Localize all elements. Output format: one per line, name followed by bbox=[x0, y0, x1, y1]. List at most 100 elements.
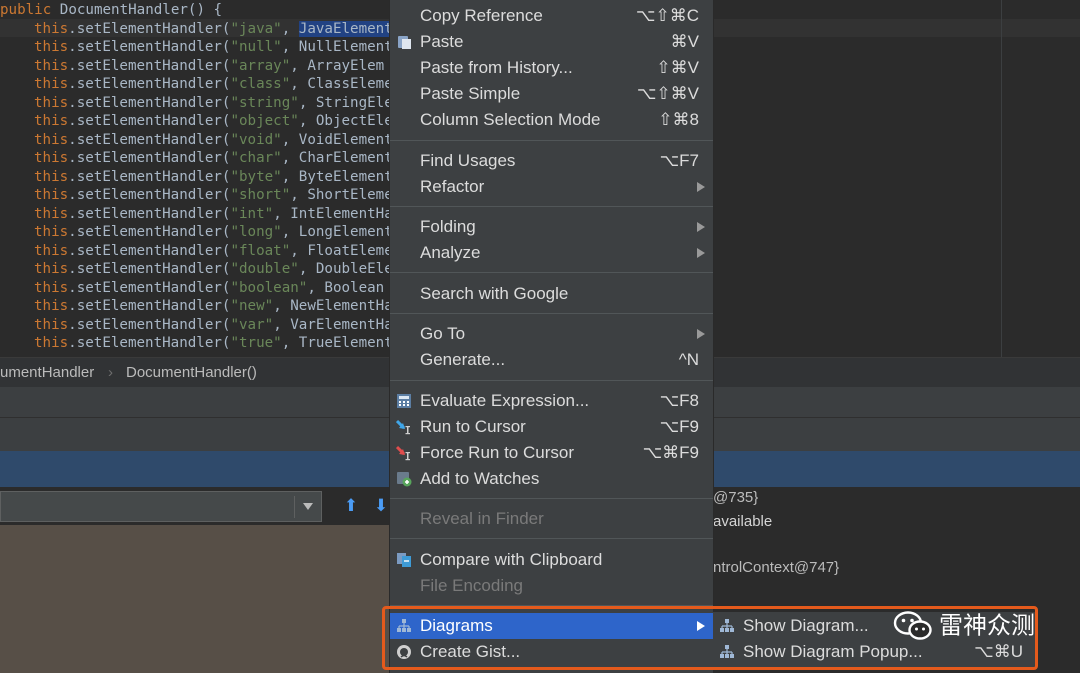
menu-item-paste-simple[interactable]: Paste Simple ⌥⇧⌘V bbox=[390, 81, 713, 107]
menu-item-find-usages[interactable]: Find Usages ⌥F7 bbox=[390, 148, 713, 174]
menu-item-label: Force Run to Cursor bbox=[420, 443, 574, 462]
menu-item-compare-with-clipboard[interactable]: Compare with Clipboard bbox=[390, 547, 713, 573]
menu-item-create-gist[interactable]: Create Gist... bbox=[390, 639, 713, 665]
code-method: .setElementHandler( bbox=[68, 242, 231, 259]
breadcrumb-method[interactable]: DocumentHandler() bbox=[126, 358, 257, 388]
code-line: public DocumentHandler() { bbox=[0, 1, 222, 19]
code-method: .setElementHandler( bbox=[68, 131, 231, 148]
menu-item-search-with-google[interactable]: Search with Google bbox=[390, 281, 713, 307]
code-line: this.setElementHandler("short", ShortEle… bbox=[34, 186, 393, 204]
code-keyword: this bbox=[34, 94, 69, 111]
code-method: .setElementHandler( bbox=[68, 20, 231, 37]
code-text: , FloatEleme bbox=[290, 242, 393, 259]
code-string: "boolean" bbox=[230, 279, 308, 296]
menu-separator bbox=[390, 313, 713, 314]
code-text: DocumentHandler() { bbox=[51, 2, 223, 18]
menu-item-force-run-to-cursor[interactable]: Force Run to Cursor ⌥⌘F9 bbox=[390, 440, 713, 466]
code-line: this.setElementHandler("void", VoidEleme… bbox=[34, 131, 393, 149]
right-margin-guide bbox=[1001, 0, 1002, 357]
menu-separator bbox=[390, 272, 713, 273]
chevron-down-icon bbox=[303, 503, 313, 510]
code-keyword: this bbox=[34, 168, 69, 185]
compare-icon bbox=[397, 553, 411, 567]
code-keyword: this bbox=[34, 113, 69, 129]
menu-separator bbox=[390, 140, 713, 141]
menu-item-shortcut: ⇧⌘V bbox=[656, 58, 699, 77]
menu-item-reveal-in-finder: Reveal in Finder bbox=[390, 506, 713, 532]
code-string: "short" bbox=[230, 187, 291, 203]
menu-item-refactor[interactable]: Refactor bbox=[390, 174, 713, 200]
menu-item-shortcut: ⇧⌘8 bbox=[658, 110, 699, 129]
paste-icon bbox=[398, 36, 411, 49]
menu-item-shortcut: ⌥⇧⌘V bbox=[636, 84, 699, 103]
code-text: , ArrayElem bbox=[290, 57, 385, 74]
menu-item-label: Analyze bbox=[420, 243, 481, 262]
frames-panel bbox=[0, 525, 390, 673]
variable-value: @735} bbox=[713, 489, 759, 506]
code-string: "void" bbox=[230, 131, 282, 148]
code-keyword: this bbox=[34, 242, 69, 259]
code-method: .setElementHandler( bbox=[68, 279, 231, 296]
menu-item-evaluate-expression[interactable]: Evaluate Expression... ⌥F8 bbox=[390, 388, 713, 414]
menu-item-diagrams[interactable]: Diagrams bbox=[390, 613, 713, 639]
menu-item-label: Search with Google bbox=[420, 284, 569, 303]
code-keyword: this bbox=[34, 335, 69, 351]
menu-item-shortcut: ⌥⌘F9 bbox=[642, 443, 699, 462]
code-keyword: this bbox=[34, 76, 69, 92]
github-icon bbox=[397, 645, 411, 659]
code-keyword: this bbox=[34, 187, 69, 203]
code-method: .setElementHandler( bbox=[68, 57, 231, 74]
code-method: .setElementHandler( bbox=[68, 94, 231, 111]
code-method: .setElementHandler( bbox=[68, 316, 231, 333]
code-keyword: this bbox=[34, 279, 69, 296]
menu-item-column-selection-mode[interactable]: Column Selection Mode ⇧⌘8 bbox=[390, 107, 713, 133]
menu-item-shortcut: ⌥F9 bbox=[659, 417, 699, 436]
menu-item-analyze[interactable]: Analyze bbox=[390, 240, 713, 266]
breadcrumb-class[interactable]: umentHandler bbox=[0, 358, 94, 388]
code-text: , ObjectEle bbox=[298, 113, 393, 129]
menu-item-shortcut: ⌥F7 bbox=[659, 151, 699, 170]
code-string: "int" bbox=[230, 205, 274, 222]
thread-selector-dropdown[interactable] bbox=[0, 491, 322, 522]
menu-item-paste[interactable]: Paste ⌘V bbox=[390, 29, 713, 55]
menu-item-go-to[interactable]: Go To bbox=[390, 321, 713, 347]
menu-separator bbox=[390, 206, 713, 207]
code-keyword: public bbox=[0, 2, 52, 18]
code-selection: JavaElement bbox=[298, 20, 393, 37]
code-text: , IntElementHa bbox=[273, 205, 393, 222]
code-method: .setElementHandler( bbox=[68, 187, 231, 203]
menu-item-label: Refactor bbox=[420, 177, 485, 196]
add-watch-icon bbox=[397, 472, 412, 487]
code-string: "null" bbox=[230, 39, 282, 55]
menu-item-add-to-watches[interactable]: Add to Watches bbox=[390, 466, 713, 492]
variable-value: available bbox=[713, 513, 773, 530]
context-menu: Copy Reference ⌥⇧⌘C Paste ⌘V Paste from Hist… bbox=[389, 0, 714, 673]
code-keyword: this bbox=[34, 261, 69, 277]
code-method: .setElementHandler( bbox=[68, 261, 231, 277]
code-method: .setElementHandler( bbox=[68, 205, 231, 222]
code-method: .setElementHandler( bbox=[68, 113, 231, 129]
code-string: "class" bbox=[230, 76, 291, 92]
code-line: this.setElementHandler("object", ObjectE… bbox=[34, 112, 393, 130]
menu-item-paste-from-history[interactable]: Paste from History... ⇧⌘V bbox=[390, 55, 713, 81]
code-text: , CharElement bbox=[281, 150, 393, 166]
menu-item-generate[interactable]: Generate... ^N bbox=[390, 347, 713, 373]
code-keyword: this bbox=[34, 20, 69, 37]
menu-item-label: Paste Simple bbox=[420, 84, 521, 103]
code-keyword: this bbox=[34, 224, 69, 240]
chevron-right-icon bbox=[697, 222, 705, 232]
code-string: "array" bbox=[230, 57, 291, 74]
menu-item-run-to-cursor[interactable]: Run to Cursor ⌥F9 bbox=[390, 414, 713, 440]
code-keyword: this bbox=[34, 150, 69, 166]
code-text: , ByteElement bbox=[281, 168, 393, 185]
menu-item-file-encoding: File Encoding bbox=[390, 573, 713, 599]
wechat-icon bbox=[893, 610, 932, 640]
menu-item-folding[interactable]: Folding bbox=[390, 214, 713, 240]
code-text: , TrueElement bbox=[281, 335, 393, 351]
menu-item-copy-reference[interactable]: Copy Reference ⌥⇧⌘C bbox=[390, 3, 713, 29]
menu-item-label: Paste bbox=[420, 32, 464, 51]
arrow-up-icon[interactable]: ⬆ bbox=[340, 495, 362, 517]
menu-separator bbox=[390, 380, 713, 381]
code-keyword: this bbox=[34, 298, 69, 314]
code-line: this.setElementHandler("array", ArrayEle… bbox=[34, 57, 384, 75]
